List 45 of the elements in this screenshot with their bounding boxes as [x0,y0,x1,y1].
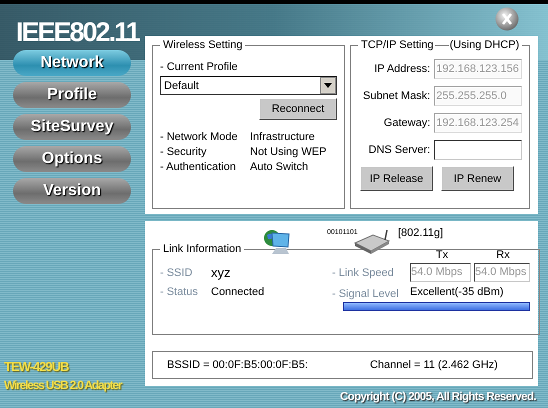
setting-label: - Network Mode [160,131,239,143]
setting-value: Not Using WEP [250,146,326,158]
status-value: Connected [211,286,266,298]
dhcp-mode-text: (Using DHCP) [450,39,520,51]
nav-button[interactable]: Options [13,146,131,172]
copyright-text: Copyright (C) 2005, All Rights Reserved. [338,391,537,403]
signal-value: Excellent(-35 dBm) [410,286,505,298]
setting-label: - Authentication [160,161,237,173]
panel-title: Wireless Setting [162,39,244,51]
ip-button[interactable]: IP Release [360,166,433,191]
ip-button[interactable]: IP Renew [441,166,514,191]
model-name: TEW-429UB [4,359,70,374]
product-description: Wireless USB 2.0 Adapter [4,378,123,392]
field-label: - SSID [160,266,194,278]
panel-title: Link Information [162,243,242,255]
column-header: Tx [434,249,450,261]
nav-button[interactable]: Version [13,178,131,204]
field-label: Subnet Mask: [362,90,430,102]
logo-text: IEEE802.11 [16,18,140,46]
setting-label: - Security [160,146,208,158]
field-label: DNS Server: [368,144,430,156]
column-header: Rx [495,249,511,261]
field-label: - Signal Level [332,288,400,300]
reconnect-button[interactable]: Reconnect [259,98,337,120]
setting-value: Infrastructure [250,131,315,143]
field-label: - Status [160,286,199,298]
computer-globe-icon [262,227,292,257]
rx-speed-field: 54.0 Mbps [474,263,530,282]
ssid-value: xyz [211,265,232,280]
standard-text: [802.11g] [398,227,444,239]
profile-dropdown[interactable]: Default [160,76,337,95]
bssid-text: BSSID = 00:0F:B5:00:0F:B5: [167,359,308,371]
setting-value: Auto Switch [250,161,308,173]
nav-button[interactable]: Network [13,50,131,76]
tx-speed-field: 54.0 Mbps [410,263,471,282]
nav-button[interactable]: SiteSurvey [13,114,131,140]
field-label: Gateway: [384,117,430,129]
field-label: IP Address: [374,63,430,75]
close-icon[interactable] [495,7,519,31]
input-field[interactable] [434,140,522,160]
field-label: - Current Profile [160,61,239,73]
panel-title: TCP/IP Setting [361,39,434,51]
channel-text: Channel = 11 (2.462 GHz) [370,359,498,371]
nav-button[interactable]: Profile [13,82,131,108]
field-label: - Link Speed [332,266,395,278]
